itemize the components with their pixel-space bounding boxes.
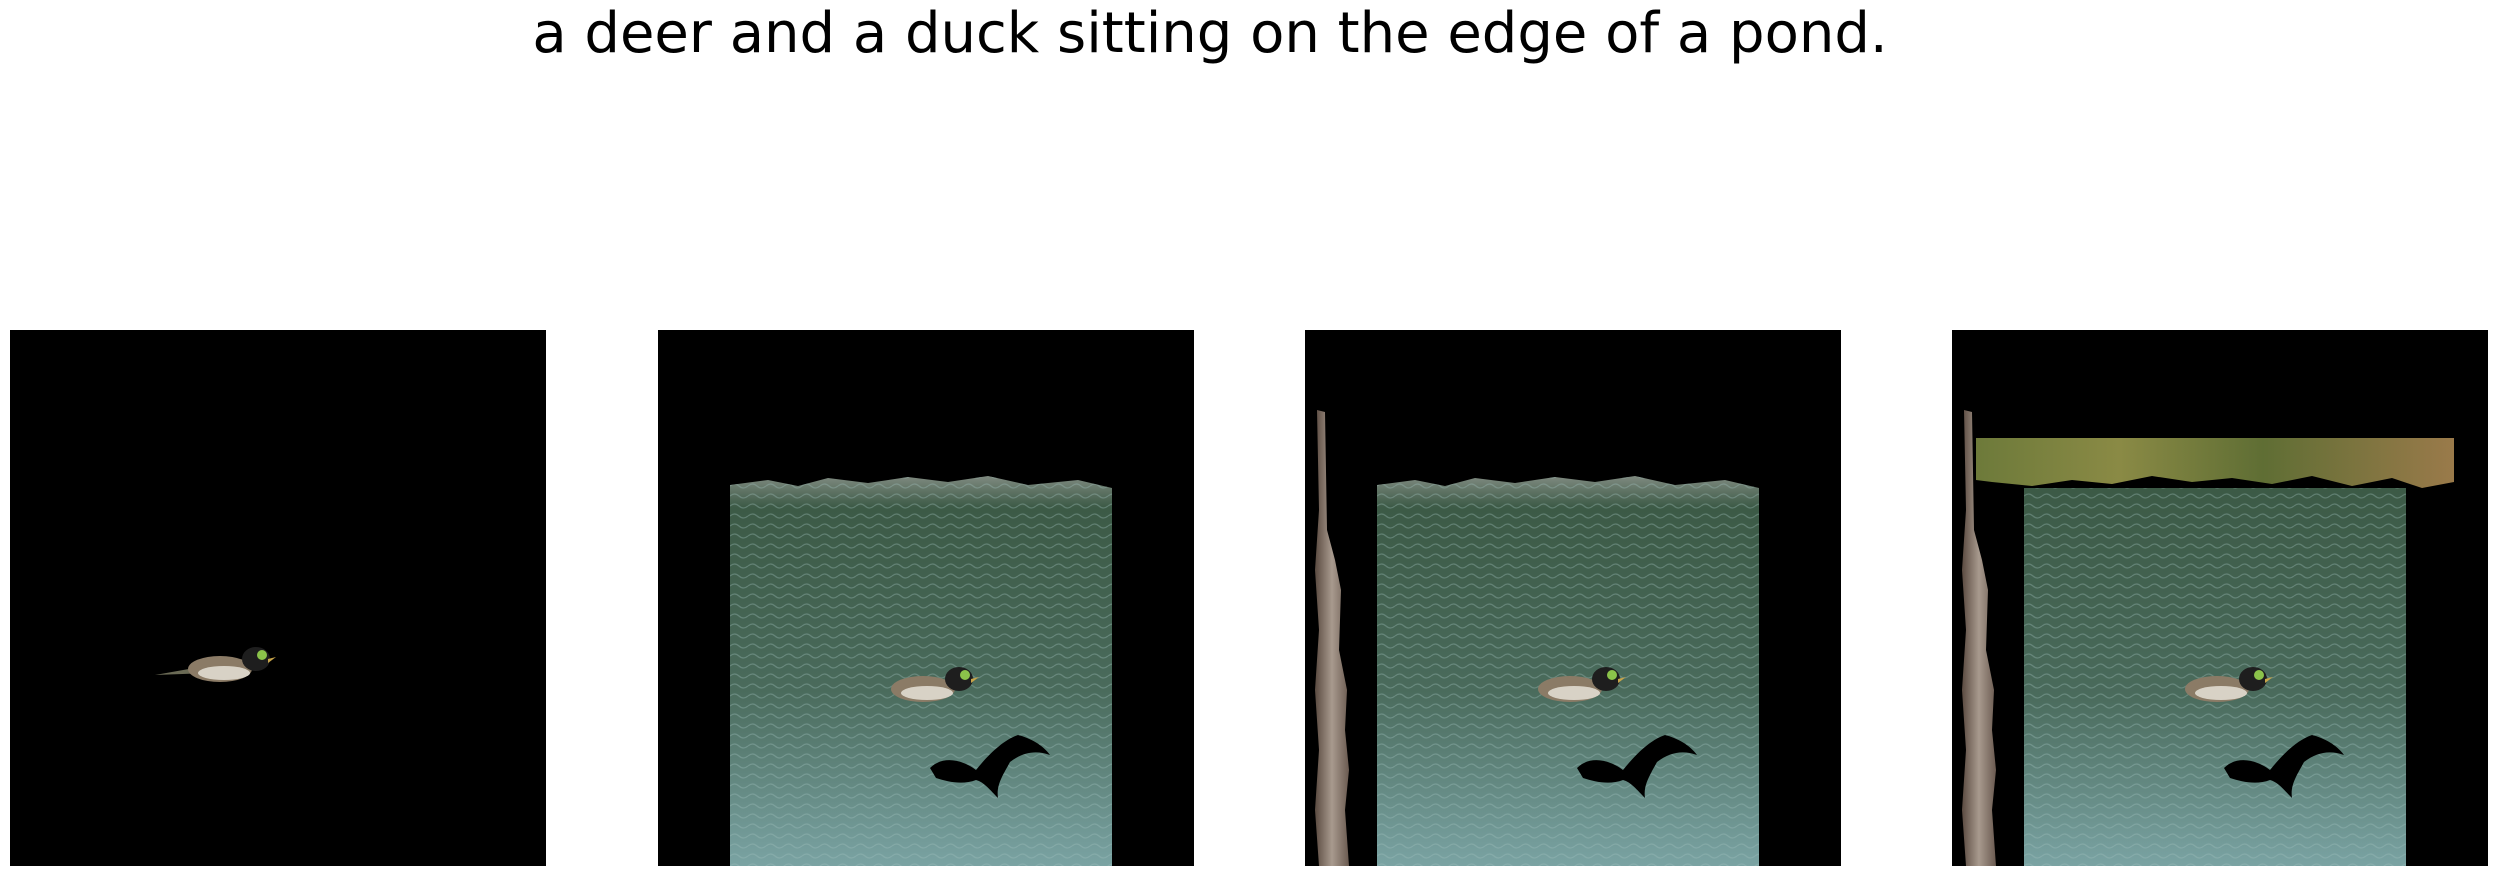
image-caption: a deer and a duck sitting on the edge of… xyxy=(532,1,1888,66)
image-panel-2 xyxy=(658,330,1194,866)
panel-2-canvas xyxy=(658,330,1194,866)
image-panel-3 xyxy=(1305,330,1841,866)
panel-4-canvas xyxy=(1952,330,2488,866)
panel-3-canvas xyxy=(1305,330,1841,866)
image-panel-4 xyxy=(1952,330,2488,866)
pond-water xyxy=(730,476,1112,866)
image-panel-1 xyxy=(10,330,546,866)
panel-1-canvas xyxy=(10,330,546,866)
pond-water xyxy=(1377,476,1759,866)
